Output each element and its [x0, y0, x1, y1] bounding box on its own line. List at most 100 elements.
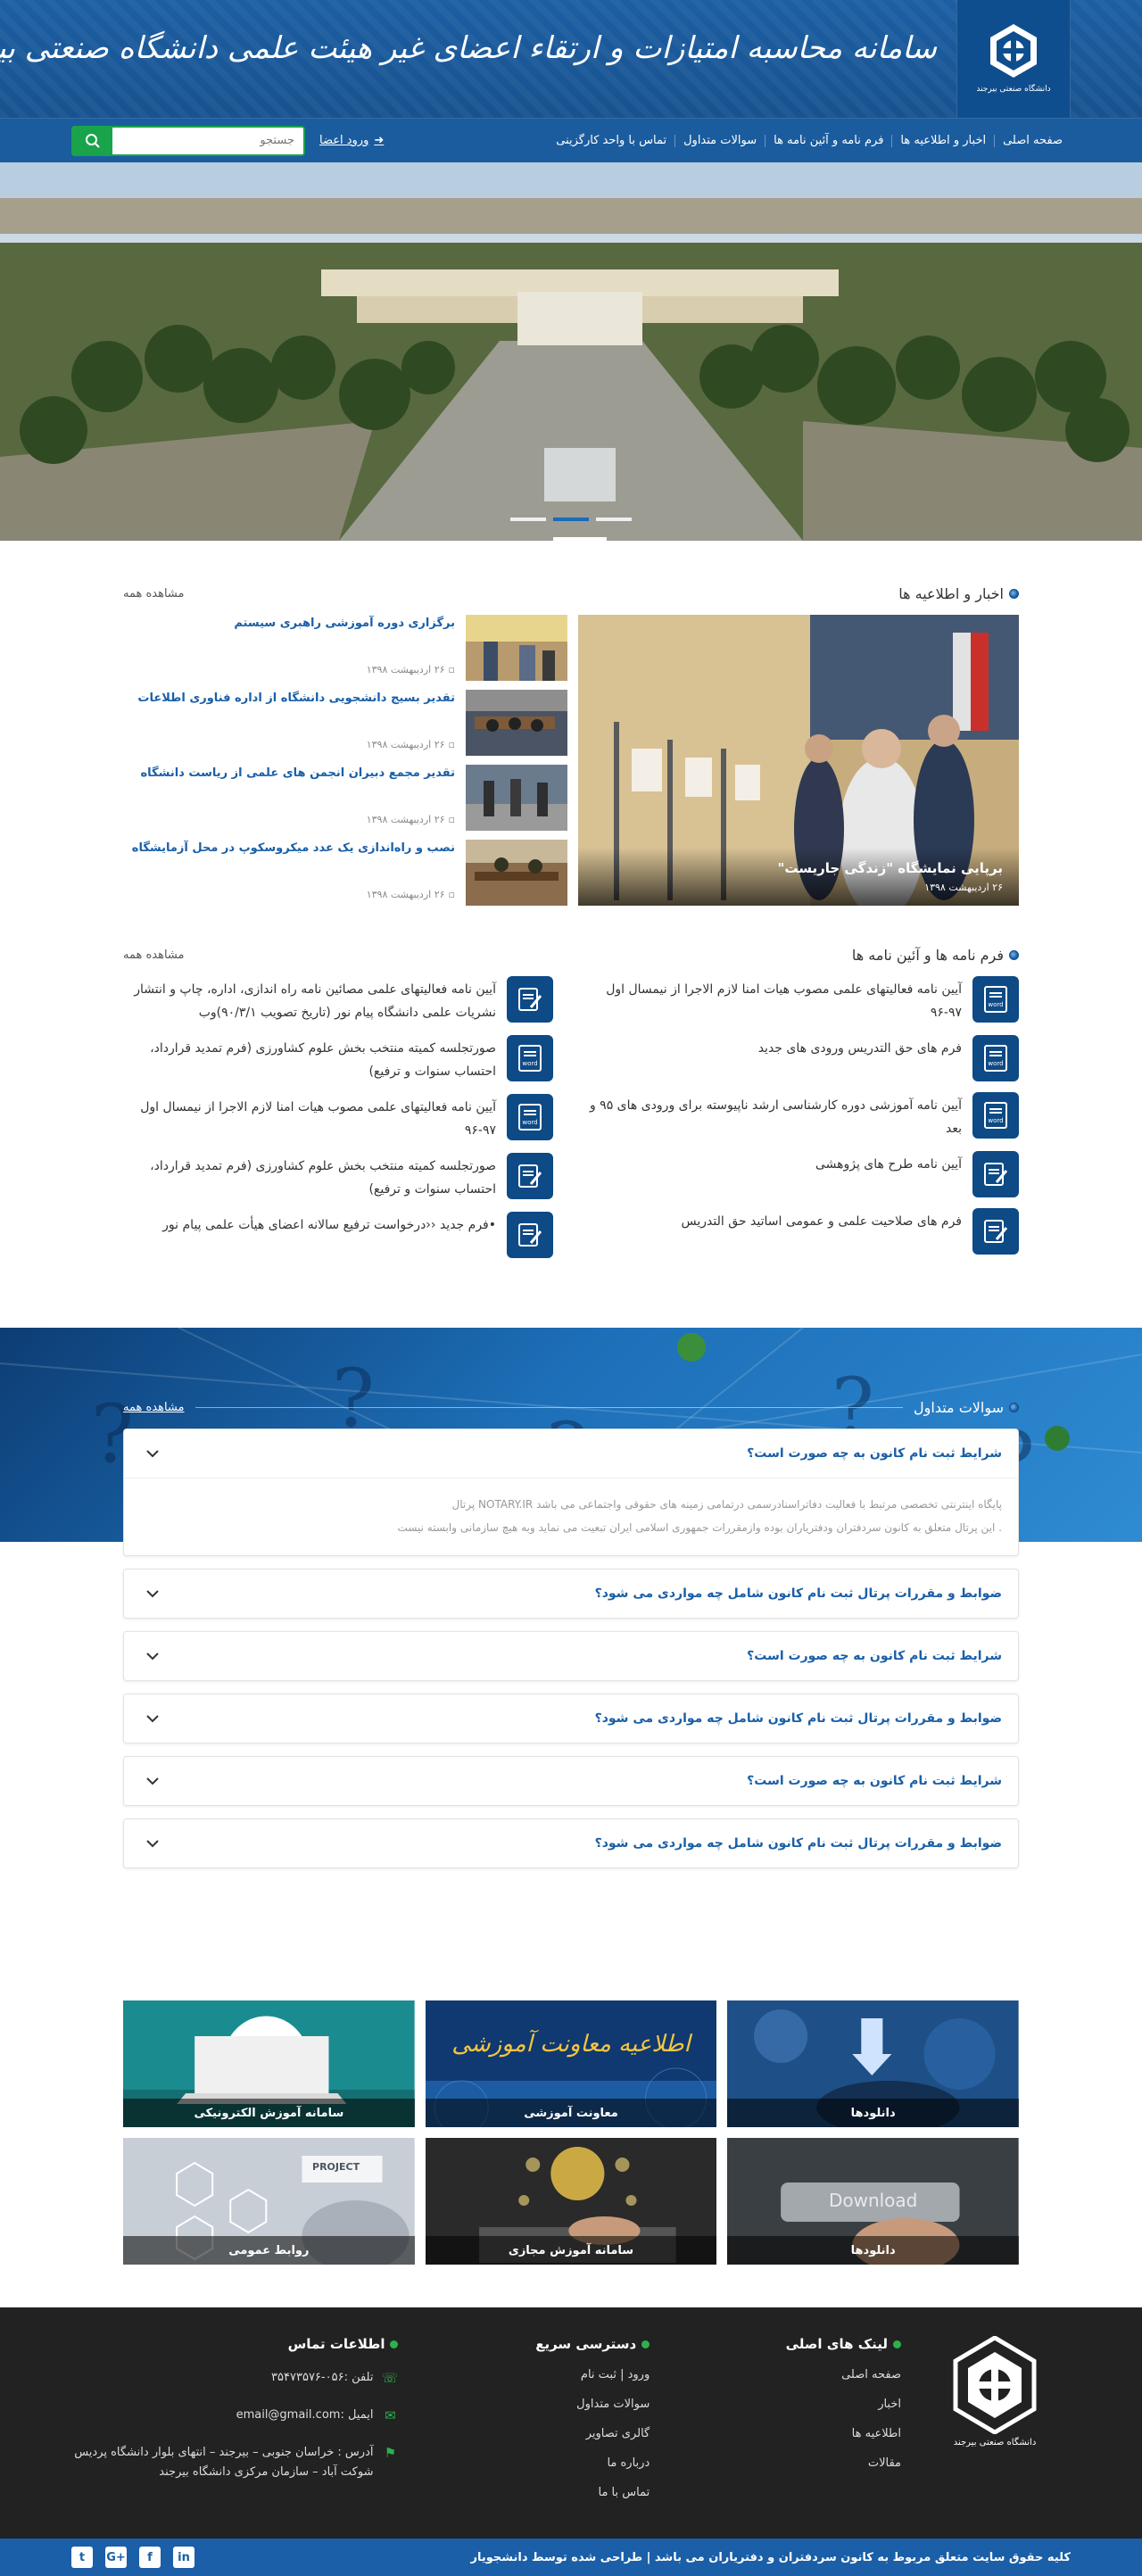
faq-list: شرایط ثبت نام کانون به چه صورت است؟ پایگ… — [123, 1429, 1019, 1868]
footer-link-announcements[interactable]: اطلاعیه ها — [667, 2427, 901, 2440]
form-item[interactable]: فرم های صلاحیت علمی و عمومی اساتید حق ال… — [589, 1208, 1019, 1255]
faq-question[interactable]: شرایط ثبت نام کانون به چه صورت است؟ — [124, 1429, 1018, 1478]
hero-slider[interactable] — [0, 162, 1142, 541]
bullet-icon — [1009, 589, 1019, 599]
form-item-text[interactable]: صورتجلسه کمیته منتخب بخش علوم کشاورزی (ف… — [123, 1153, 496, 1201]
faq-question-text: ضوابط و مقررات پرتال ثبت نام کانون شامل … — [594, 1586, 1002, 1601]
calendar-icon: ▫ — [448, 889, 455, 900]
logo-subtitle: دانشگاه صنعتی بیرجند — [976, 85, 1051, 95]
form-item-text[interactable]: صورتجلسه کمیته منتخب بخش علوم کشاورزی (ف… — [123, 1035, 496, 1083]
form-item-text[interactable]: فرم های صلاحیت علمی و عمومی اساتید حق ال… — [682, 1208, 962, 1233]
tile-downloads-2[interactable]: Download دانلودها — [727, 2138, 1019, 2265]
chevron-down-icon — [146, 1777, 159, 1785]
form-item-text[interactable]: آیین نامه فعالیتهای علمی مصوب هیات امنا … — [123, 1094, 496, 1142]
forms-title-text: فرم نامه ها و آئین نامه ها — [851, 947, 1004, 964]
news-section: اخبار و اطلاعیه ها مشاهده همه برپایی نما… — [123, 541, 1019, 906]
news-item[interactable]: برگزاری دوره آموزشی راهبری سیستم ▫ ۲۶ ارد… — [123, 615, 567, 681]
news-item[interactable]: تقدیر بسیج دانشجویی دانشگاه از اداره فنا… — [123, 690, 567, 756]
form-item[interactable]: •فرم جدید ‹‹درخواست ترفیع سالانه اعضای ه… — [123, 1212, 553, 1258]
news-item-date: ▫ ۲۶ اردیبهشت ۱۳۹۸ — [123, 664, 455, 675]
footer-link-articles[interactable]: مقالات — [667, 2456, 901, 2470]
nav-news[interactable]: اخبار و اطلاعیه ها — [891, 134, 994, 147]
footer-link-home[interactable]: صفحه اصلی — [667, 2368, 901, 2381]
faq-question[interactable]: ضوابط و مقررات پرتال ثبت نام کانون شامل … — [124, 1694, 1018, 1743]
form-item[interactable]: word آیین نامه آموزشی دوره کارشناسی ارشد … — [589, 1092, 1019, 1140]
footer-link-login[interactable]: ورود | ثبت نام — [416, 2368, 650, 2381]
form-item[interactable]: آیین نامه طرح های پژوهشی — [589, 1151, 1019, 1197]
login-link[interactable]: ➜ ورود اعضا — [319, 134, 384, 147]
news-item[interactable]: تقدیر مجمع دبیران انجمن های علمی از ریاس… — [123, 765, 567, 831]
hero-dot-2[interactable] — [553, 518, 589, 521]
nav-contact[interactable]: تماس با واحد کارگزینی — [548, 134, 674, 147]
news-thumb-image — [466, 690, 567, 756]
nav-forms[interactable]: فرم نامه و آئین نامه ها — [765, 134, 891, 147]
news-item-date: ▫ ۲۶ اردیبهشت ۱۳۹۸ — [123, 889, 455, 900]
news-item-title[interactable]: تقدیر مجمع دبیران انجمن های علمی از ریاس… — [123, 766, 455, 780]
faq-question-text: شرایط ثبت نام کانون به چه صورت است؟ — [747, 1774, 1002, 1788]
form-item-text[interactable]: •فرم جدید ‹‹درخواست ترفیع سالانه اعضای ه… — [162, 1212, 496, 1237]
form-item-text[interactable]: فرم های حق التدریس ورودی های جدید — [758, 1035, 962, 1060]
hero-dot-1[interactable] — [510, 518, 546, 521]
form-item[interactable]: صورتجلسه کمیته منتخب بخش علوم کشاورزی (ف… — [123, 1153, 553, 1201]
form-item[interactable]: word آیین نامه فعالیتهای علمی مصوب هیات ا… — [123, 1094, 553, 1142]
hero-dot-3[interactable] — [596, 518, 632, 521]
faq-question[interactable]: ضوابط و مقررات پرتال ثبت نام کانون شامل … — [124, 1570, 1018, 1618]
form-item-text[interactable]: آیین نامه فعالیتهای علمی مصوب هیات امنا … — [589, 976, 962, 1024]
tile-virtual-learning[interactable]: سامانه آموزش مجازی — [425, 2138, 717, 2265]
form-item[interactable]: word آیین نامه فعالیتهای علمی مصوب هیات ا… — [589, 976, 1019, 1024]
form-item[interactable]: word فرم های حق التدریس ورودی های جدید — [589, 1035, 1019, 1081]
footer-logo[interactable]: دانشگاه صنعتی بیرجند — [919, 2336, 1071, 2515]
form-item-text[interactable]: آیین نامه فعالیتهای علمی مصائین نامه راه… — [123, 976, 496, 1024]
tile-downloads[interactable]: دانلودها — [727, 2000, 1019, 2127]
forms-see-all-link[interactable]: مشاهده همه — [123, 948, 185, 962]
tile-e-learning[interactable]: سامانه آموزش الکترونیکی — [123, 2000, 415, 2127]
footer-contact-title-text: اطلاعات تماس — [287, 2336, 385, 2352]
form-item-text[interactable]: آیین نامه آموزشی دوره کارشناسی ارشد ناپی… — [589, 1092, 962, 1140]
news-item-title[interactable]: نصب و راه‌اندازی یک عدد میکروسکوپ در محل… — [123, 841, 455, 855]
login-label: ورود اعضا — [319, 134, 369, 147]
faq-question[interactable]: شرایط ثبت نام کانون به چه صورت است؟ — [124, 1757, 1018, 1805]
edit-document-icon — [972, 1208, 1019, 1255]
nav-home[interactable]: صفحه اصلی — [994, 134, 1071, 147]
university-emblem-icon — [990, 24, 1037, 79]
news-item[interactable]: نصب و راه‌اندازی یک عدد میکروسکوپ در محل… — [123, 840, 567, 906]
faq-answer: پایگاه اینترنتی تخصصی مرتبط با فعالیت دف… — [124, 1478, 1018, 1555]
news-featured-title[interactable]: برپایی نمایشگاه "زندگی جاریست" — [594, 860, 1003, 876]
form-item[interactable]: word صورتجلسه کمیته منتخب بخش علوم کشاورز… — [123, 1035, 553, 1083]
facebook-icon[interactable]: f — [139, 2547, 161, 2568]
news-text: نصب و راه‌اندازی یک عدد میکروسکوپ در محل… — [123, 840, 455, 906]
faq-question[interactable]: ضوابط و مقررات پرتال ثبت نام کانون شامل … — [124, 1819, 1018, 1868]
footer-link-contact[interactable]: تماس با ما — [416, 2486, 650, 2499]
footer-logo-subtitle: دانشگاه صنعتی بیرجند — [953, 2438, 1037, 2448]
faq-question[interactable]: شرایط ثبت نام کانون به چه صورت است؟ — [124, 1632, 1018, 1680]
faq-see-all-link[interactable]: مشاهده همه — [123, 1401, 185, 1414]
twitter-icon[interactable]: t — [71, 2547, 93, 2568]
chevron-down-icon — [146, 1840, 159, 1848]
news-see-all-link[interactable]: مشاهده همه — [123, 587, 185, 601]
university-emblem-icon — [953, 2336, 1037, 2434]
site-logo[interactable]: دانشگاه صنعتی بیرجند — [956, 0, 1071, 118]
nav-faq[interactable]: سوالات متداول — [674, 134, 765, 147]
form-item-text[interactable]: آیین نامه طرح های پژوهشی — [815, 1151, 962, 1176]
faq-item[interactable]: شرایط ثبت نام کانون به چه صورت است؟ — [123, 1756, 1019, 1806]
faq-item[interactable]: شرایط ثبت نام کانون به چه صورت است؟ — [123, 1631, 1019, 1681]
tile-education-deputy[interactable]: اطلاعیه معاونت آموزشی معاونت آموزشی — [425, 2000, 717, 2127]
tile-public-relations[interactable]: PROJECT روابط عمومی — [123, 2138, 415, 2265]
news-title-text: اخبار و اطلاعیه ها — [898, 585, 1004, 602]
faq-item[interactable]: ضوابط و مقررات پرتال ثبت نام کانون شامل … — [123, 1694, 1019, 1744]
form-item[interactable]: آیین نامه فعالیتهای علمی مصائین نامه راه… — [123, 976, 553, 1024]
news-item-title[interactable]: تقدیر بسیج دانشجویی دانشگاه از اداره فنا… — [123, 692, 455, 705]
linkedin-icon[interactable]: in — [173, 2547, 194, 2568]
search-input[interactable] — [112, 127, 303, 154]
news-item-title[interactable]: برگزاری دوره آموزشی راهبری سیستم — [123, 617, 455, 630]
news-featured-card[interactable]: برپایی نمایشگاه "زندگی جاریست" ۲۶ اردیبه… — [578, 615, 1019, 906]
footer-link-faq[interactable]: سوالات متداول — [416, 2398, 650, 2411]
search-button[interactable] — [73, 127, 112, 154]
faq-item[interactable]: ضوابط و مقررات پرتال ثبت نام کانون شامل … — [123, 1569, 1019, 1619]
footer-link-gallery[interactable]: گالری تصاویر — [416, 2427, 650, 2440]
google-plus-icon[interactable]: G+ — [105, 2547, 127, 2568]
faq-item[interactable]: ضوابط و مقررات پرتال ثبت نام کانون شامل … — [123, 1818, 1019, 1868]
footer-email-text[interactable]: ایمیل :email@gmail.com — [236, 2406, 374, 2425]
footer-link-news[interactable]: اخبار — [667, 2398, 901, 2411]
footer-link-about[interactable]: درباره ما — [416, 2456, 650, 2470]
